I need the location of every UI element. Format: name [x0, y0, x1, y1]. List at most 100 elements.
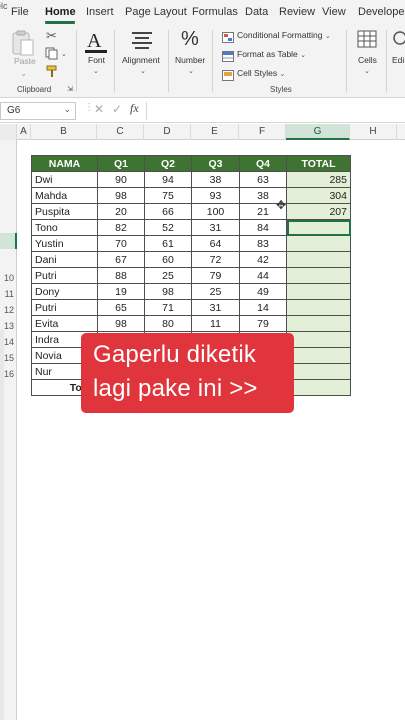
font-dropdown-icon[interactable]: ⌄	[93, 67, 99, 75]
format-as-table-button[interactable]: Format as Table ⌄	[237, 49, 306, 59]
column-header[interactable]: F	[239, 124, 286, 140]
cell-name[interactable]: Mahda	[31, 187, 98, 204]
cell-q4[interactable]: 79	[239, 315, 287, 332]
header-cell-total[interactable]: TOTAL	[286, 155, 351, 172]
column-header[interactable]: E	[191, 124, 239, 140]
clipboard-launcher-icon[interactable]: ⇲	[67, 85, 73, 93]
chevron-down-icon[interactable]: ⌄	[63, 104, 71, 115]
cell-total[interactable]	[286, 299, 351, 316]
cell-name[interactable]: Putri	[31, 267, 98, 284]
alignment-dropdown-icon[interactable]: ⌄	[140, 67, 146, 75]
cell-name[interactable]: Putri	[31, 299, 98, 316]
cell-q1[interactable]: 65	[97, 299, 145, 316]
column-header-selected[interactable]: G	[286, 124, 350, 140]
font-label[interactable]: Font	[88, 55, 105, 65]
cell-q1[interactable]: 88	[97, 267, 145, 284]
cell-styles-icon[interactable]	[222, 68, 234, 86]
format-painter-icon[interactable]	[45, 65, 59, 83]
cell-q1[interactable]: 67	[97, 251, 145, 268]
tab-data[interactable]: Data	[245, 6, 268, 18]
enter-icon[interactable]: ✓	[112, 102, 122, 116]
number-dropdown-icon[interactable]: ⌄	[188, 67, 194, 75]
tab-file[interactable]: File	[11, 6, 29, 18]
cell-total[interactable]: 207	[286, 203, 351, 220]
cell-q4[interactable]: 63	[239, 171, 287, 188]
cell-q2[interactable]: 71	[144, 299, 192, 316]
cell-q2[interactable]: 94	[144, 171, 192, 188]
cell-q3[interactable]: 79	[191, 267, 240, 284]
column-header[interactable]: D	[144, 124, 191, 140]
cell-name[interactable]: Dani	[31, 251, 98, 268]
cell-q1[interactable]: 70	[97, 235, 145, 252]
cell-q1[interactable]: 98	[97, 315, 145, 332]
conditional-formatting-icon[interactable]	[222, 30, 234, 48]
cell-name[interactable]: Dony	[31, 283, 98, 300]
cell-total[interactable]: 304	[286, 187, 351, 204]
number-label[interactable]: Number	[175, 55, 205, 65]
tab-review[interactable]: Review	[279, 6, 315, 18]
cell-total[interactable]	[286, 267, 351, 284]
cell-q3[interactable]: 100	[191, 203, 240, 220]
cell-name[interactable]: Yustin	[31, 235, 98, 252]
row-number[interactable]: 12	[0, 305, 14, 315]
cell-styles-button[interactable]: Cell Styles ⌄	[237, 68, 285, 78]
conditional-formatting-button[interactable]: Conditional Formatting ⌄	[237, 30, 331, 40]
formula-input[interactable]	[146, 102, 405, 120]
cell-total[interactable]	[286, 315, 351, 332]
paste-dropdown-icon[interactable]: ⌄	[20, 68, 27, 79]
cell-q4[interactable]: 44	[239, 267, 287, 284]
header-cell-q3[interactable]: Q3	[191, 155, 240, 172]
cell-total[interactable]: 285	[286, 171, 351, 188]
cancel-icon[interactable]: ✕	[94, 102, 104, 116]
cell-name[interactable]: Evita	[31, 315, 98, 332]
select-all-button[interactable]	[0, 124, 17, 140]
tab-home[interactable]: Home	[45, 6, 76, 18]
cell-total[interactable]	[286, 347, 351, 364]
cell-total[interactable]	[286, 363, 351, 380]
tab-view[interactable]: View	[322, 6, 346, 18]
cell-q2[interactable]: 25	[144, 267, 192, 284]
cell-q3[interactable]: 38	[191, 171, 240, 188]
header-cell-nama[interactable]: NAMA	[31, 155, 98, 172]
cells-dropdown-icon[interactable]: ⌄	[364, 67, 370, 75]
cell-total[interactable]	[286, 251, 351, 268]
cell-q3[interactable]: 64	[191, 235, 240, 252]
cell-q1[interactable]: 19	[97, 283, 145, 300]
percent-icon[interactable]: %	[181, 28, 199, 51]
copy-icon[interactable]	[45, 47, 59, 65]
row-number[interactable]: 11	[0, 289, 14, 299]
cell-name[interactable]: Puspita	[31, 203, 98, 220]
cell-q1[interactable]: 20	[97, 203, 145, 220]
cell-q2[interactable]: 52	[144, 219, 192, 236]
cell-q2[interactable]: 60	[144, 251, 192, 268]
alignment-label[interactable]: Alignment	[122, 55, 160, 65]
cell-q4[interactable]: 49	[239, 283, 287, 300]
cell-q4[interactable]: 83	[239, 235, 287, 252]
tab-developer[interactable]: Developer	[358, 6, 405, 18]
cell-q2[interactable]: 98	[144, 283, 192, 300]
cell-q3[interactable]: 93	[191, 187, 240, 204]
cell-q1[interactable]: 90	[97, 171, 145, 188]
cell-q4[interactable]: 42	[239, 251, 287, 268]
name-box[interactable]: G6 ⌄	[0, 102, 76, 120]
header-cell-q2[interactable]: Q2	[144, 155, 192, 172]
header-cell-q4[interactable]: Q4	[239, 155, 287, 172]
copy-dropdown-icon[interactable]: ⌄	[61, 50, 67, 58]
row-number[interactable]: 10	[0, 273, 14, 283]
alignment-icon[interactable]	[131, 31, 153, 54]
cut-icon[interactable]: ✂	[46, 28, 57, 44]
cell-q1[interactable]: 98	[97, 187, 145, 204]
cells-label[interactable]: Cells	[358, 55, 377, 65]
cell-total-active[interactable]	[286, 219, 351, 236]
cell-total[interactable]	[286, 235, 351, 252]
tab-insert[interactable]: Insert	[86, 6, 114, 18]
cell-q3[interactable]: 31	[191, 219, 240, 236]
cell-q2[interactable]: 61	[144, 235, 192, 252]
cells-icon[interactable]	[357, 30, 377, 53]
cell-q3[interactable]: 11	[191, 315, 240, 332]
column-header[interactable]: A	[17, 124, 31, 140]
cell-q3[interactable]: 25	[191, 283, 240, 300]
cell-q3[interactable]: 72	[191, 251, 240, 268]
tab-page-layout[interactable]: Page Layout	[125, 6, 187, 18]
cell-q2[interactable]: 66	[144, 203, 192, 220]
